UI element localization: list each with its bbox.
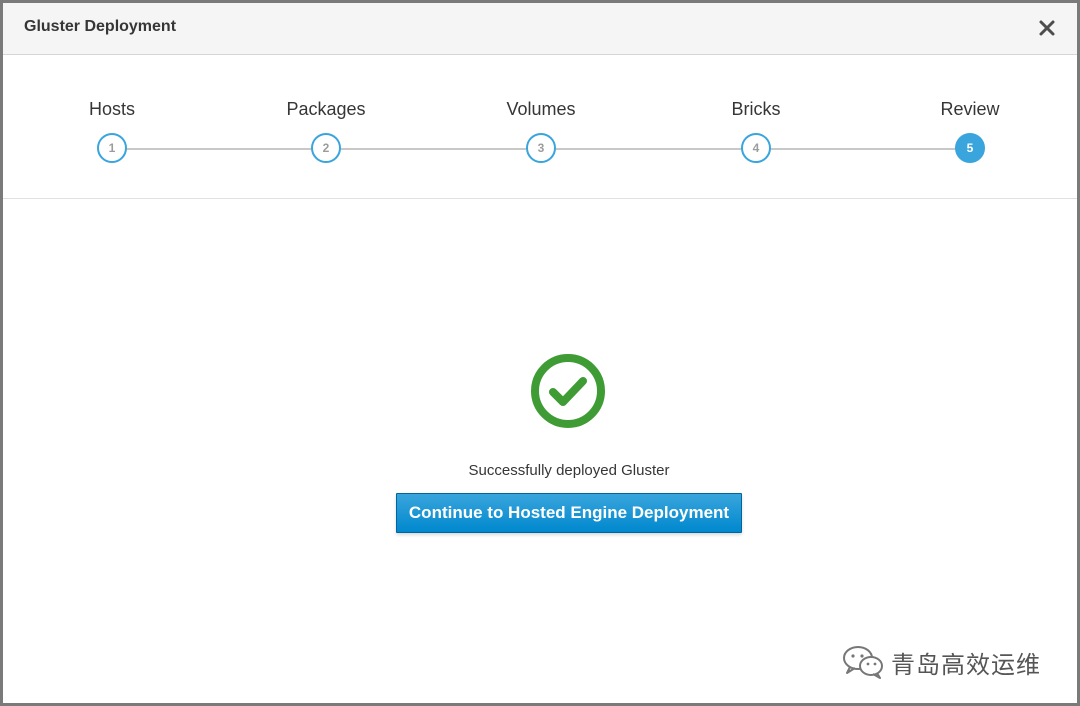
watermark: 青岛高效运维 bbox=[841, 641, 1061, 683]
wizard-steps: Hosts 1 Packages 2 Volumes 3 Bricks 4 Re… bbox=[3, 55, 1077, 199]
step-number-active: 5 bbox=[955, 133, 985, 163]
step-hosts[interactable]: Hosts 1 bbox=[32, 55, 192, 175]
step-packages[interactable]: Packages 2 bbox=[246, 55, 406, 175]
step-bricks[interactable]: Bricks 4 bbox=[676, 55, 836, 175]
check-circle-icon bbox=[528, 351, 608, 431]
step-label: Hosts bbox=[88, 99, 135, 119]
wechat-icon bbox=[843, 646, 883, 679]
step-number: 4 bbox=[741, 133, 771, 163]
gluster-deployment-dialog: Gluster Deployment Hosts 1 Packages 2 Vo… bbox=[0, 0, 1080, 706]
step-number: 1 bbox=[97, 133, 127, 163]
dialog-title: Gluster Deployment bbox=[24, 18, 177, 35]
step-number: 2 bbox=[311, 133, 341, 163]
close-icon bbox=[1039, 20, 1055, 36]
step-label: Bricks bbox=[731, 99, 781, 119]
continue-to-hosted-engine-button[interactable]: Continue to Hosted Engine Deployment bbox=[396, 493, 742, 533]
dialog-header: Gluster Deployment bbox=[3, 3, 1077, 55]
step-volumes[interactable]: Volumes 3 bbox=[461, 55, 621, 175]
success-message: Successfully deployed Gluster bbox=[468, 462, 670, 479]
close-button[interactable] bbox=[1033, 14, 1061, 42]
watermark-text: 青岛高效运维 bbox=[891, 652, 1041, 679]
step-review[interactable]: Review 5 bbox=[890, 55, 1050, 175]
step-number: 3 bbox=[526, 133, 556, 163]
step-label: Packages bbox=[286, 99, 366, 119]
step-label: Review bbox=[940, 99, 1000, 119]
step-label: Volumes bbox=[506, 99, 576, 119]
